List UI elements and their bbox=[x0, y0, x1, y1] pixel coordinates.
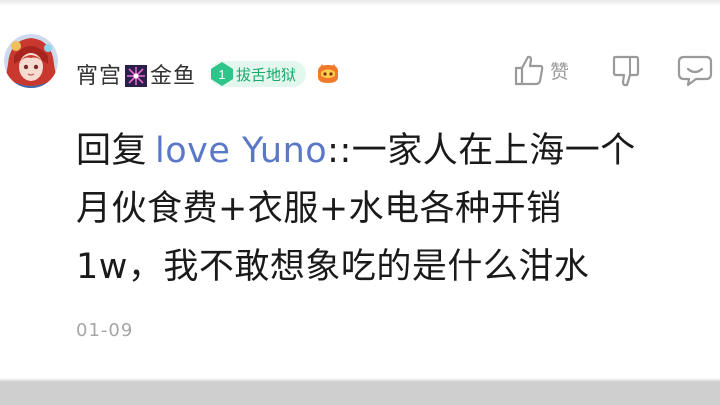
comment-line-3: 1w，我不敢想象吃的是什么泔水 bbox=[76, 247, 590, 287]
thumbs-up-icon bbox=[514, 55, 544, 86]
username-text: 宵宫 bbox=[76, 64, 123, 89]
level-badge[interactable]: 1 拔舌地狱 bbox=[210, 61, 307, 87]
fan-medal-icon bbox=[318, 64, 339, 83]
level-title: 拔舌地狱 bbox=[236, 65, 297, 84]
avatar[interactable] bbox=[4, 34, 58, 88]
comment-timestamp: 01-09 bbox=[76, 320, 134, 341]
dislike-button[interactable] bbox=[610, 54, 642, 88]
thumbs-down-icon bbox=[612, 55, 640, 87]
reply-bubble-icon bbox=[677, 55, 713, 87]
reply-prefix: 回复 bbox=[76, 131, 148, 171]
like-button[interactable]: 赞 bbox=[514, 52, 569, 88]
username-suffix: 金鱼 bbox=[150, 64, 197, 89]
reply-button[interactable] bbox=[676, 54, 714, 88]
bottom-divider bbox=[0, 382, 720, 405]
firework-emoji-icon bbox=[125, 65, 148, 87]
comment-line-1: 回复 love Yuno::一家人在上海一个 bbox=[76, 122, 716, 180]
avatar-image bbox=[4, 34, 58, 88]
top-shadow bbox=[0, 0, 720, 6]
comment-header: 宵宫 金鱼 1 拔舌地狱 bbox=[76, 58, 340, 90]
comment-text-line-1: ::一家人在上海一个 bbox=[327, 131, 636, 171]
comment-line-2: 月伙食费+衣服+水电各种开销 bbox=[76, 189, 562, 229]
level-diamond-icon: 1 bbox=[210, 61, 234, 87]
reply-target-link[interactable]: love Yuno bbox=[155, 131, 327, 171]
like-label: 赞 bbox=[550, 60, 570, 83]
comment-body: 回复 love Yuno::一家人在上海一个 月伙食费+衣服+水电各种开销 1w，… bbox=[76, 122, 716, 296]
username[interactable]: 宵宫 金鱼 bbox=[76, 58, 196, 90]
comment-screen: 宵宫 金鱼 1 拔舌地狱 赞 回复 love Yuno::一家人在上海一个 月伙… bbox=[0, 0, 720, 405]
level-number: 1 bbox=[218, 67, 225, 82]
